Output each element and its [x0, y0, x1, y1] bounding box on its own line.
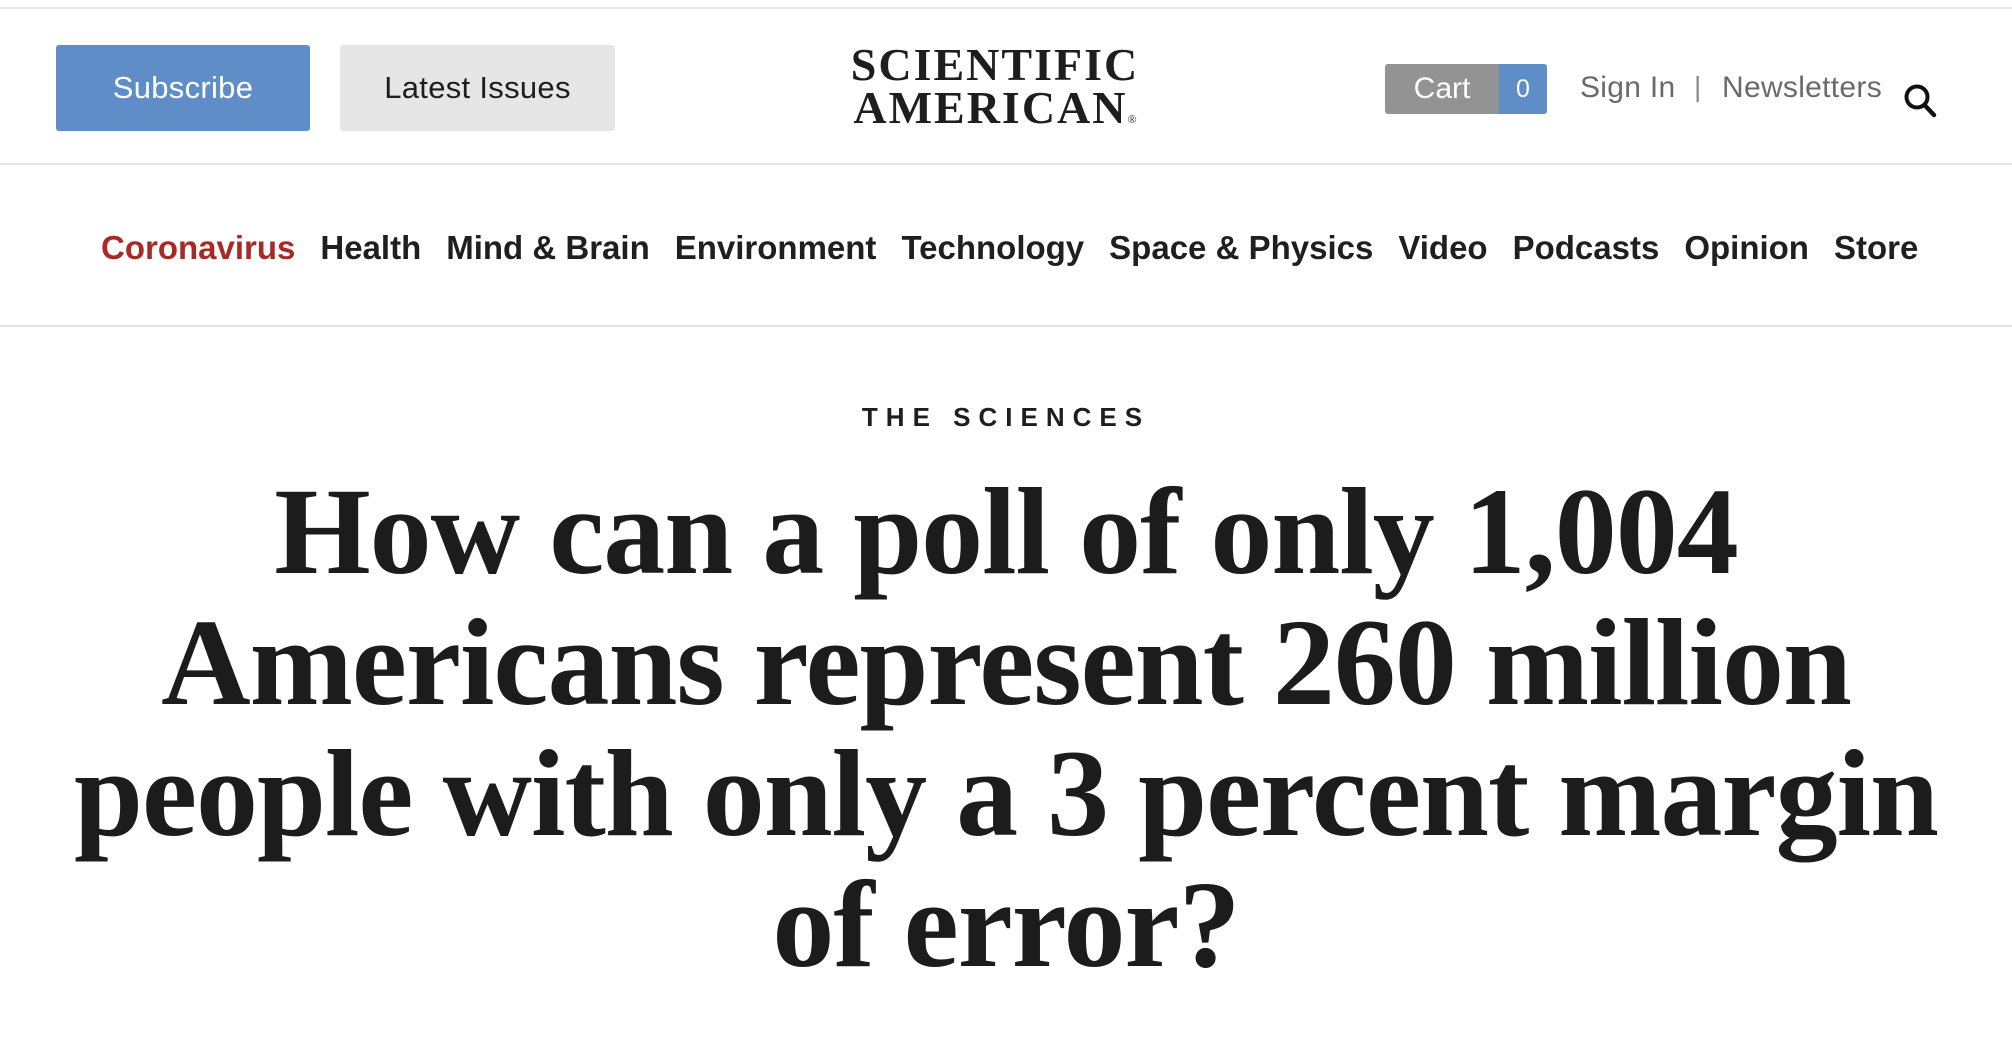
nav-item-opinion[interactable]: Opinion [1684, 229, 1809, 267]
site-header: Subscribe Latest Issues SCIENTIFIC AMERI… [0, 9, 2012, 165]
nav-item-space-physics[interactable]: Space & Physics [1109, 229, 1373, 267]
logo-line-2: AMERICAN® [830, 85, 1160, 141]
newsletters-link[interactable]: Newsletters [1722, 71, 1882, 105]
sign-in-link[interactable]: Sign In [1580, 71, 1676, 105]
nav-item-technology[interactable]: Technology [901, 229, 1084, 267]
nav-item-store[interactable]: Store [1834, 229, 1918, 267]
latest-issues-button[interactable]: Latest Issues [340, 45, 615, 131]
cart-label: Cart [1385, 64, 1499, 114]
logo-line-2-text: AMERICAN [853, 82, 1128, 133]
section-nav-list: Coronavirus Health Mind & Brain Environm… [101, 226, 1918, 270]
nav-item-health[interactable]: Health [320, 229, 421, 267]
search-icon[interactable] [1903, 83, 1937, 119]
cart-count-badge: 0 [1499, 64, 1547, 114]
nav-item-mind-brain[interactable]: Mind & Brain [446, 229, 650, 267]
article-kicker[interactable]: THE SCIENCES [0, 402, 2012, 433]
logo-registered-mark: ® [1127, 112, 1137, 126]
page: Subscribe Latest Issues SCIENTIFIC AMERI… [0, 0, 2012, 1062]
subscribe-button[interactable]: Subscribe [56, 45, 310, 131]
nav-item-environment[interactable]: Environment [675, 229, 877, 267]
nav-item-video[interactable]: Video [1398, 229, 1487, 267]
nav-item-coronavirus[interactable]: Coronavirus [101, 229, 295, 267]
cart-button[interactable]: Cart 0 [1385, 64, 1547, 114]
logo-line-1: SCIENTIFIC [850, 39, 1140, 90]
section-nav: Coronavirus Health Mind & Brain Environm… [0, 167, 2012, 327]
article-title: How can a poll of only 1,004 Americans r… [74, 463, 1939, 993]
header-divider: | [1694, 71, 1702, 102]
nav-item-podcasts[interactable]: Podcasts [1513, 229, 1660, 267]
site-logo[interactable]: SCIENTIFIC AMERICAN® [830, 39, 1160, 141]
